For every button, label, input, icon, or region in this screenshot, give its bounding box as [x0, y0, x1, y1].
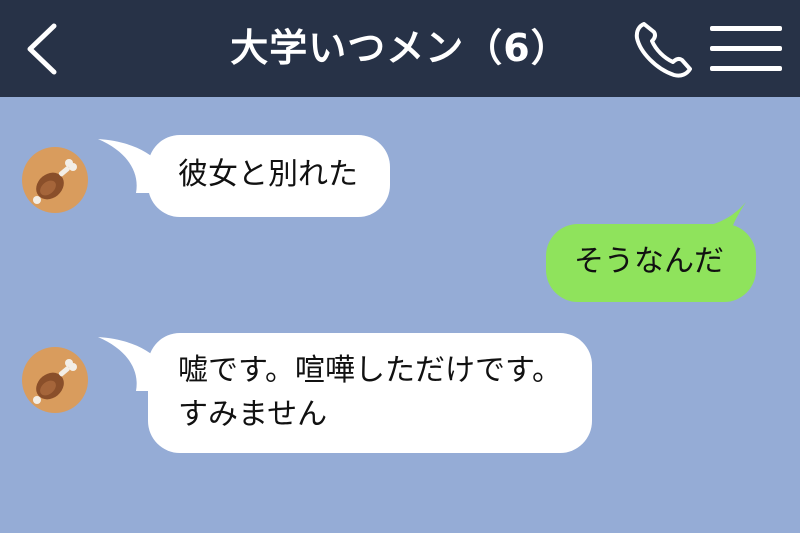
message-text: 嘘です。喧嘩しただけです。 すみません — [148, 333, 592, 453]
chat-title: 大学いつメン（6） — [230, 26, 570, 70]
back-button[interactable] — [18, 20, 66, 78]
message-text: 彼女と別れた — [148, 135, 390, 217]
message-bubble-outgoing: そうなんだ — [546, 198, 756, 302]
meat-on-bone-icon — [33, 159, 77, 204]
chat-header: 大学いつメン（6） — [0, 0, 800, 97]
avatar[interactable] — [22, 347, 88, 413]
chevron-left-icon — [27, 23, 57, 75]
phone-icon — [634, 22, 692, 78]
call-button[interactable] — [630, 16, 700, 82]
menu-button[interactable] — [708, 22, 786, 76]
message-bubble-incoming: 彼女と別れた — [96, 135, 390, 217]
message-bubble-incoming: 嘘です。喧嘩しただけです。 すみません — [96, 333, 592, 453]
avatar[interactable] — [22, 147, 88, 213]
chat-area: 彼女と別れた そうなんだ 嘘です。喧嘩しただけです。 すみません — [0, 97, 800, 533]
meat-on-bone-icon — [33, 359, 77, 404]
hamburger-menu-icon — [710, 26, 782, 71]
message-text: そうなんだ — [546, 224, 756, 302]
